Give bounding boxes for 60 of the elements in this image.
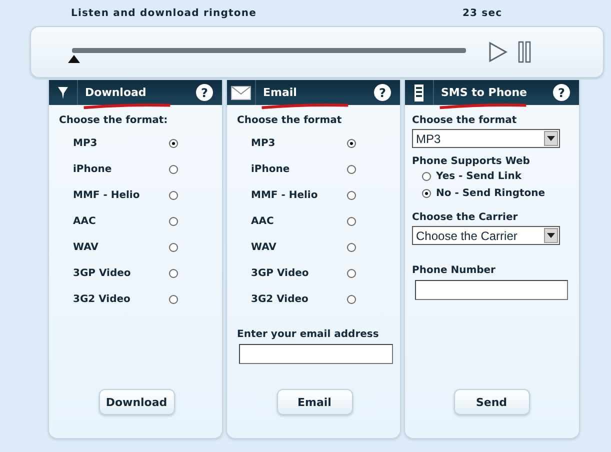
radio-button[interactable] [347, 242, 356, 252]
phone-icon [414, 84, 424, 102]
field-label: Phone Number [412, 265, 496, 277]
radio-label: Yes - Send Link [436, 171, 522, 182]
email-field[interactable] [239, 344, 393, 364]
radio-button[interactable] [169, 242, 178, 252]
section-label: Choose the format [237, 115, 343, 127]
field-label: Choose the Carrier [412, 212, 519, 224]
radio-button[interactable] [169, 164, 178, 174]
format-option: iPhone [73, 164, 169, 174]
format-option: AAC [73, 216, 169, 226]
format-option: AAC [251, 216, 347, 226]
help-button[interactable]: ? [374, 84, 391, 101]
format-option: 3G2 Video [251, 294, 347, 304]
radio-button[interactable] [422, 189, 431, 198]
help-button[interactable]: ? [196, 84, 213, 101]
radio-button[interactable] [169, 138, 178, 148]
radio-button[interactable] [347, 294, 356, 304]
seek-thumb[interactable] [68, 54, 80, 62]
radio-button[interactable] [169, 268, 178, 278]
field-label: Choose the format [412, 115, 518, 127]
format-option: iPhone [251, 164, 347, 174]
panel-title: Download [85, 86, 146, 99]
radio-button[interactable] [347, 216, 356, 226]
panel-title: Email [263, 86, 297, 99]
play-icon[interactable] [488, 41, 508, 63]
radio-button[interactable] [347, 190, 356, 200]
radio-button[interactable] [169, 216, 178, 226]
radio-button[interactable] [347, 164, 356, 174]
format-option: WAV [251, 242, 347, 252]
radio-button[interactable] [169, 294, 178, 304]
field-label: Enter your email address [237, 329, 380, 341]
pause-icon[interactable] [518, 41, 532, 63]
format-option: 3G2 Video [73, 294, 169, 304]
envelope-icon [231, 86, 251, 100]
format-option: MMF - Helio [251, 190, 347, 200]
radio-label: No - Send Ringtone [436, 188, 546, 199]
format-option: MP3 [251, 138, 347, 148]
format-option: 3GP Video [73, 268, 169, 278]
duration-text: 23 sec [462, 8, 502, 18]
radio-button[interactable] [169, 190, 178, 200]
field-label: Phone Supports Web [412, 156, 531, 168]
format-option: MMF - Helio [73, 190, 169, 200]
submit-button[interactable]: Email [276, 389, 352, 415]
panel-title: SMS to Phone [441, 86, 528, 99]
format-option: WAV [73, 242, 169, 252]
help-button[interactable]: ? [553, 84, 570, 101]
funnel-icon [58, 86, 68, 98]
format-option: 3GP Video [251, 268, 347, 278]
format-option: MP3 [73, 138, 169, 148]
submit-button[interactable]: Send [454, 389, 530, 415]
radio-button[interactable] [347, 268, 356, 278]
radio-button[interactable] [347, 138, 356, 148]
section-label: Choose the format: [59, 115, 169, 127]
page-heading: Listen and download ringtone [71, 8, 256, 18]
radio-button[interactable] [422, 172, 431, 181]
submit-button[interactable]: Download [98, 389, 174, 415]
dropdown[interactable]: MP3 [412, 129, 560, 148]
phone-number-field[interactable] [415, 280, 568, 300]
dropdown[interactable]: Choose the Carrier [412, 226, 560, 245]
